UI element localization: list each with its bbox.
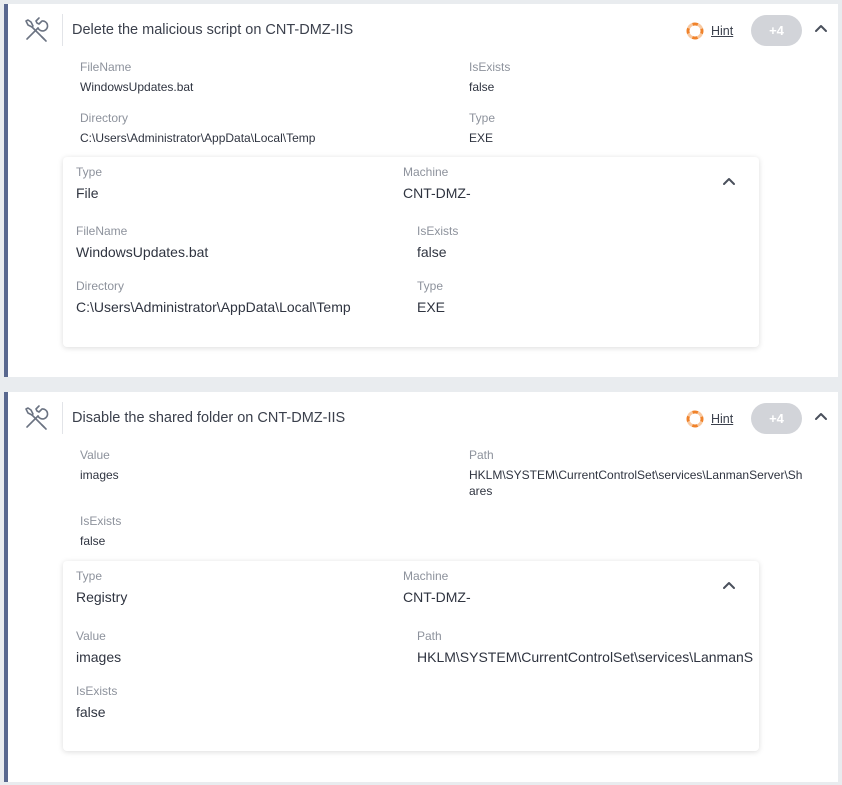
header-divider xyxy=(62,402,63,434)
tools-icon xyxy=(25,405,49,430)
hint-button[interactable]: Hint xyxy=(686,22,733,40)
lifebuoy-icon xyxy=(686,22,704,40)
task-card: Disable the shared folder on CNT-DMZ-IIS… xyxy=(4,392,838,782)
field-filename: FileName WindowsUpdates.bat xyxy=(80,60,194,94)
task-title: Delete the malicious script on CNT-DMZ-I… xyxy=(72,22,354,38)
lifebuoy-icon xyxy=(686,410,704,428)
detail-isexists: IsExists false xyxy=(76,684,118,720)
detail-panel: Type File Machine CNT-DMZ- FileName Wind… xyxy=(63,157,759,347)
chevron-up-icon[interactable] xyxy=(719,171,739,191)
points-badge[interactable]: +4 xyxy=(751,15,802,46)
detail-type: Type Registry xyxy=(76,569,128,605)
detail-machine: Machine CNT-DMZ- xyxy=(403,569,471,605)
chevron-up-icon[interactable] xyxy=(811,406,831,426)
hint-label[interactable]: Hint xyxy=(711,412,733,426)
chevron-up-icon[interactable] xyxy=(719,575,739,595)
points-badge[interactable]: +4 xyxy=(751,403,802,434)
field-value: Value images xyxy=(80,448,119,482)
chevron-up-icon[interactable] xyxy=(811,18,831,38)
header-divider xyxy=(62,14,63,46)
detail-directory: Directory C:\Users\Administrator\AppData… xyxy=(76,279,351,315)
detail-type: Type File xyxy=(76,165,103,201)
hint-label[interactable]: Hint xyxy=(711,24,733,38)
detail-filename: FileName WindowsUpdates.bat xyxy=(76,224,209,260)
hint-button[interactable]: Hint xyxy=(686,410,733,428)
detail-isexists: IsExists false xyxy=(417,224,459,260)
task-card: Delete the malicious script on CNT-DMZ-I… xyxy=(4,4,838,377)
detail-type-ext: Type EXE xyxy=(417,279,446,315)
tools-icon xyxy=(25,17,49,42)
field-isexists: IsExists false xyxy=(469,60,511,94)
field-directory: Directory C:\Users\Administrator\AppData… xyxy=(80,111,316,145)
field-isexists: IsExists false xyxy=(80,514,122,548)
field-path: Path HKLM\SYSTEM\CurrentControlSet\servi… xyxy=(469,448,803,498)
detail-path: Path HKLM\SYSTEM\CurrentControlSet\servi… xyxy=(417,629,754,665)
detail-value: Value images xyxy=(76,629,122,665)
detail-panel: Type Registry Machine CNT-DMZ- Value ima… xyxy=(63,561,759,751)
task-title: Disable the shared folder on CNT-DMZ-IIS xyxy=(72,410,346,426)
field-type: Type EXE xyxy=(469,111,496,145)
detail-machine: Machine CNT-DMZ- xyxy=(403,165,471,201)
